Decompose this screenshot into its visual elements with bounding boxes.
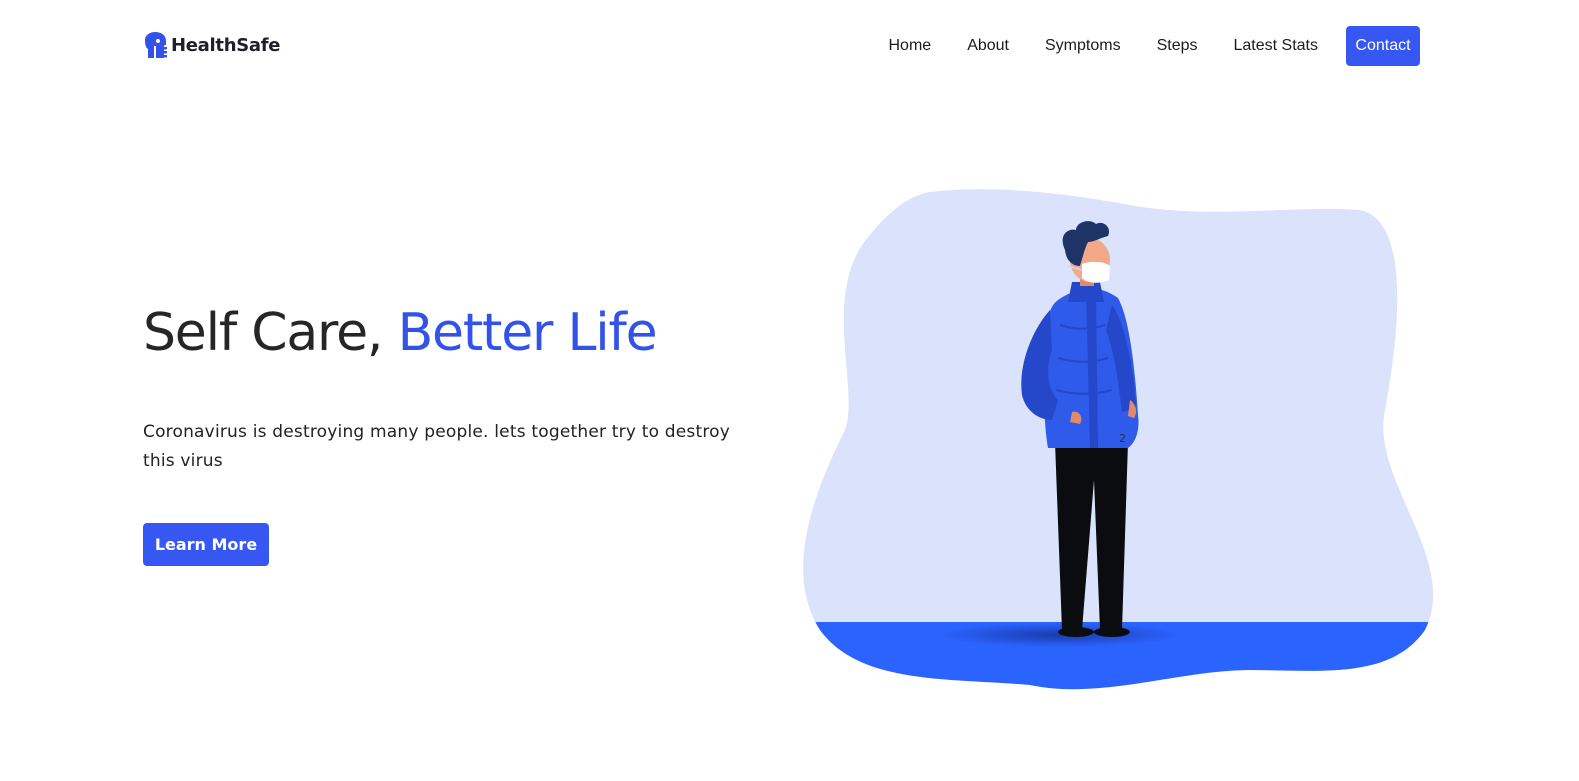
nav-steps[interactable]: Steps [1157,37,1198,55]
brand-name: HealthSafe [171,34,281,56]
figure-shadow [940,623,1180,647]
nav-contact-button[interactable]: Contact [1346,26,1420,66]
nav-about[interactable]: About [967,37,1009,55]
main-nav: Home About Symptoms Steps Latest Stats C… [889,26,1420,66]
hero-title: Self Care, Better Life [143,303,658,363]
shield-person-icon [145,32,167,58]
hero-title-part1: Self Care, [143,303,383,363]
landing-page: HealthSafe Home About Symptoms Steps Lat… [0,0,1579,781]
nav-symptoms[interactable]: Symptoms [1045,37,1121,55]
brand-logo[interactable]: HealthSafe [143,31,280,59]
hero-title-accent: Better Life [397,303,658,363]
nav-latest-stats[interactable]: Latest Stats [1234,37,1319,55]
learn-more-button[interactable]: Learn More [143,523,269,566]
nav-home[interactable]: Home [889,37,932,55]
illustration-label: 2 [1119,432,1126,445]
hero-description: Coronavirus is destroying many people. l… [143,422,731,471]
